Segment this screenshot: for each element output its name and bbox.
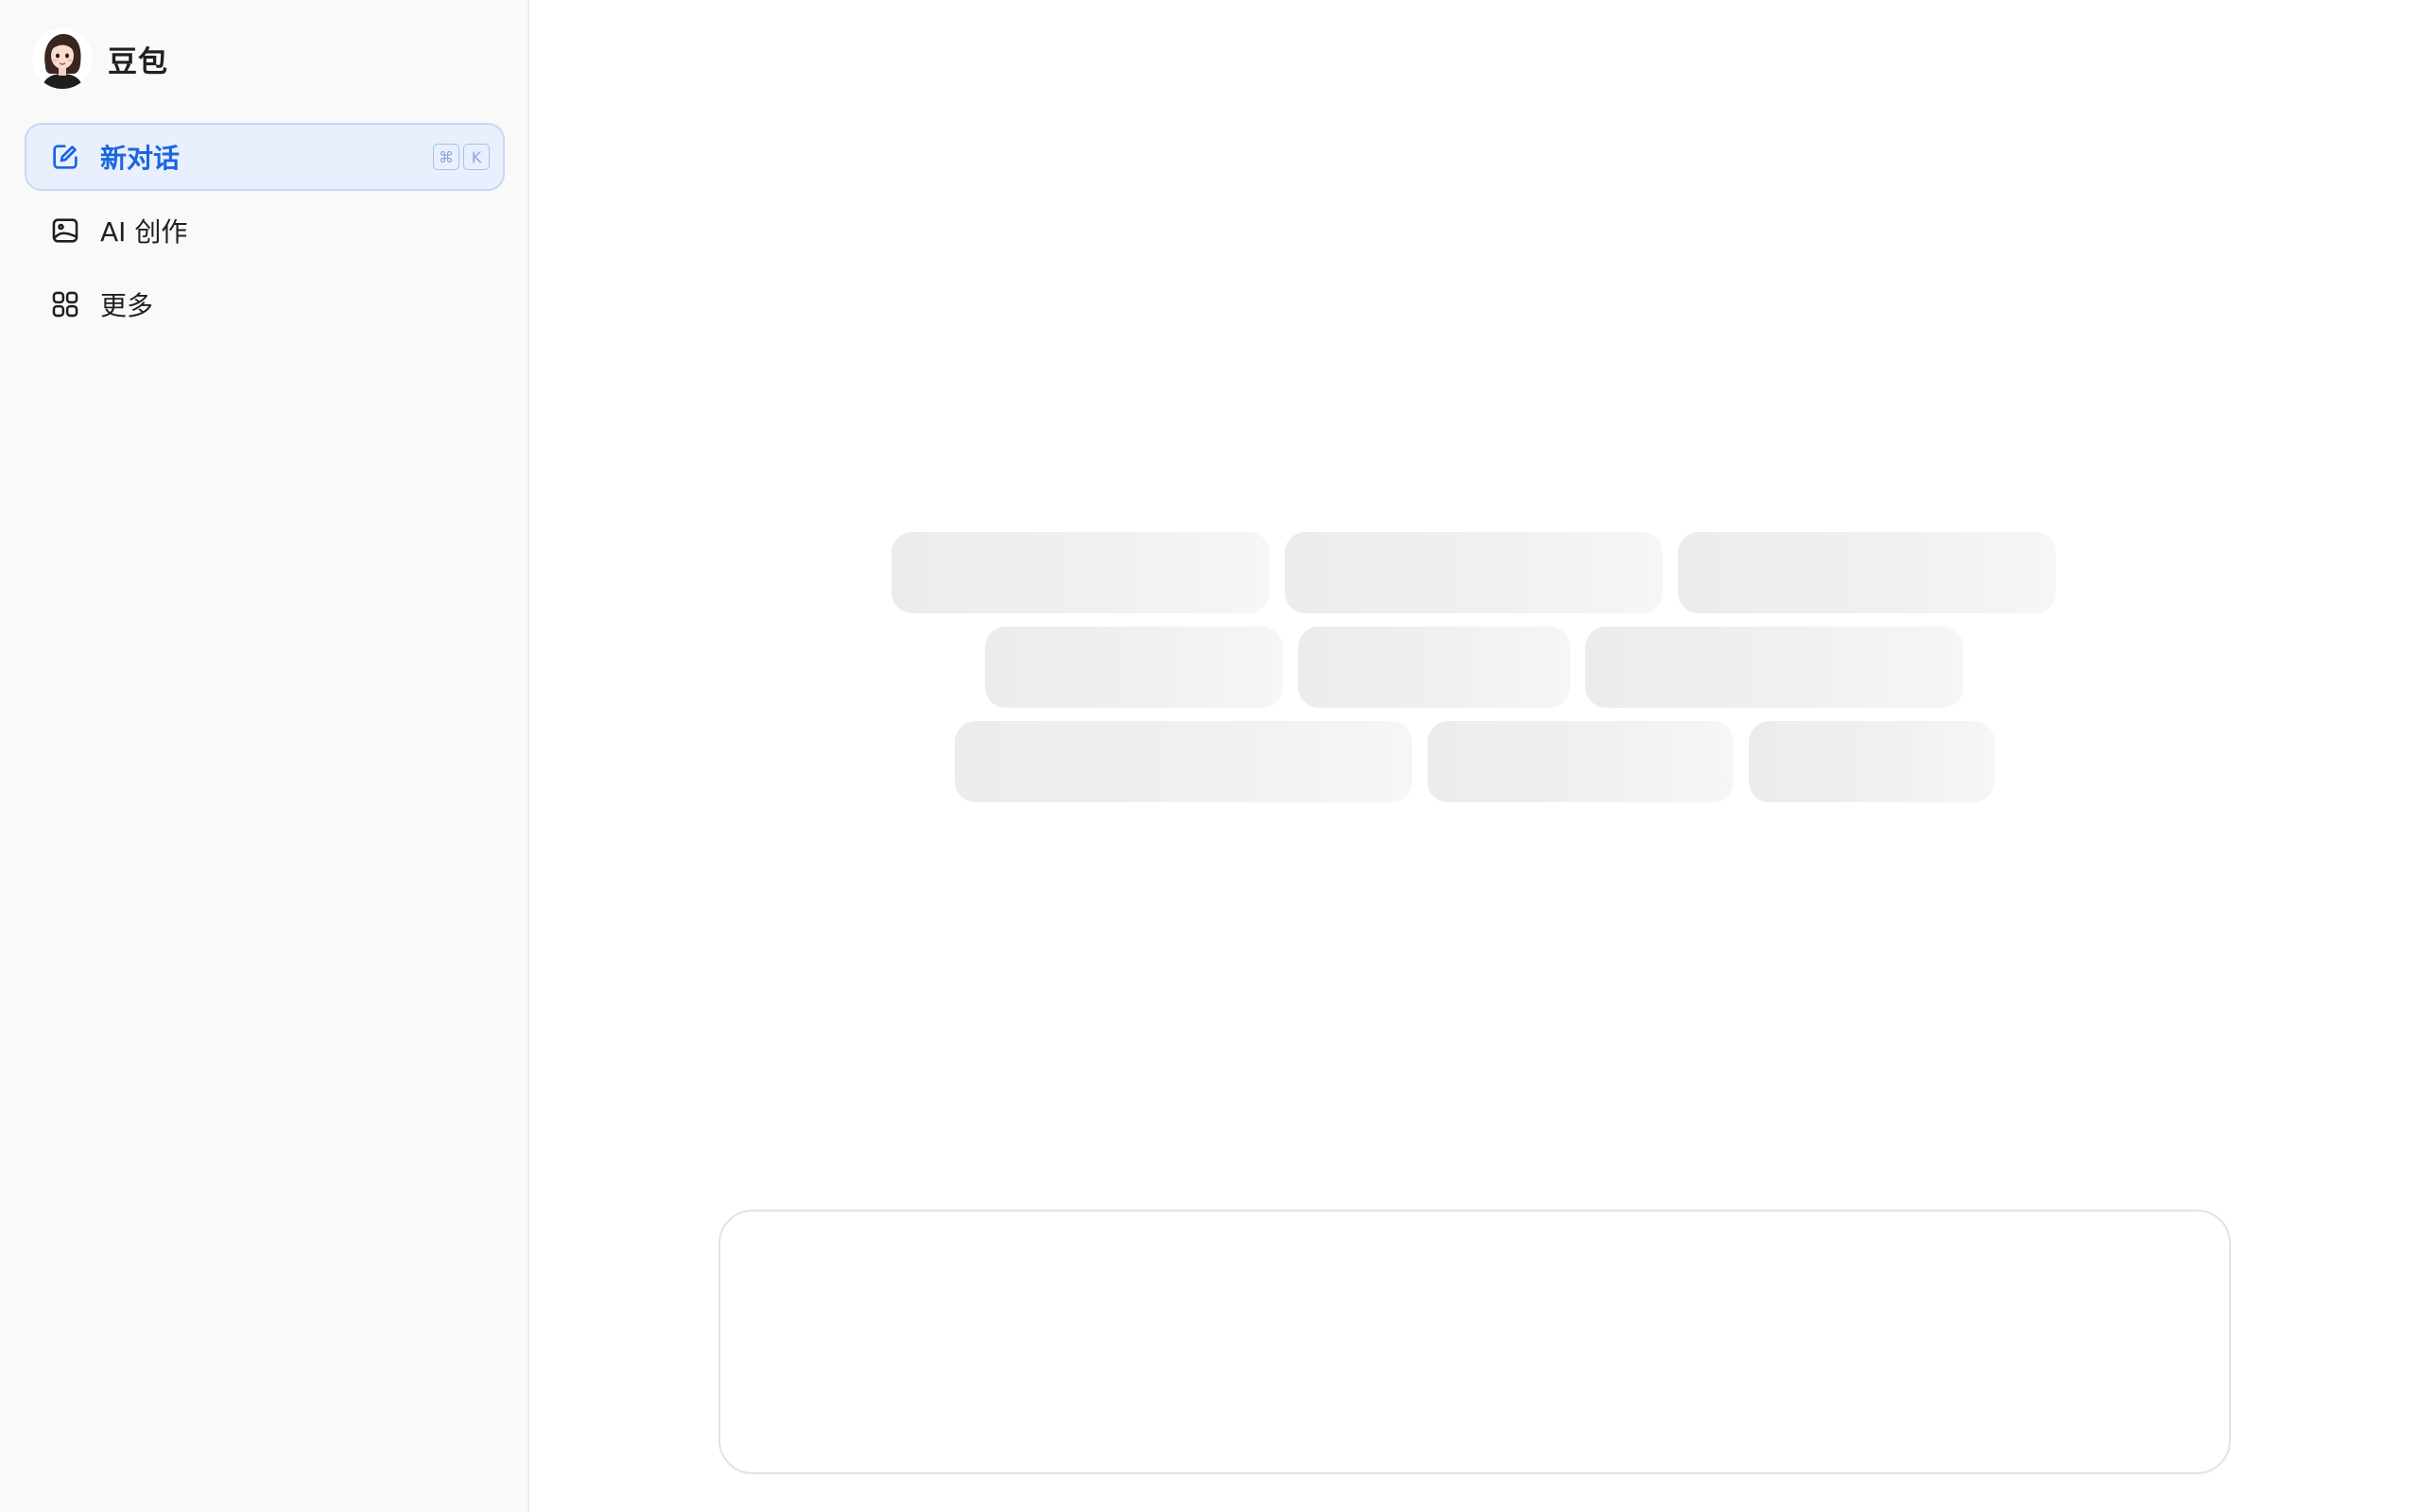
app-name: 豆包 xyxy=(108,44,168,79)
skeleton-chip xyxy=(891,532,1270,613)
edit-icon xyxy=(47,139,83,175)
image-icon xyxy=(47,213,83,249)
brand-header[interactable]: 豆包 xyxy=(32,25,168,93)
main-content xyxy=(529,0,2420,1512)
sidebar-item-label: 新对话 xyxy=(100,143,181,174)
sidebar-item-ai-create[interactable]: AI 创作 xyxy=(25,197,505,265)
skeleton-chip xyxy=(1678,532,2056,613)
skeleton-chip xyxy=(1427,721,1734,802)
keyboard-shortcut: ⌘ K xyxy=(433,144,490,170)
skeleton-chip xyxy=(1298,627,1570,708)
skeleton-chip xyxy=(1749,721,1995,802)
skeleton-chip xyxy=(1285,532,1663,613)
k-key: K xyxy=(463,144,490,170)
command-key-icon: ⌘ xyxy=(433,144,459,170)
chat-input-box[interactable] xyxy=(718,1210,2231,1474)
skeleton-chip xyxy=(955,721,1412,802)
sidebar-nav: 新对话 ⌘ K AI 创作 更多 xyxy=(25,123,505,344)
skeleton-chip xyxy=(1585,627,1963,708)
sidebar-item-label: AI 创作 xyxy=(100,216,188,248)
avatar xyxy=(32,28,93,89)
sidebar-item-more[interactable]: 更多 xyxy=(25,270,505,338)
app-window: 豆包 新对话 ⌘ K AI 创作 更多 xyxy=(0,0,2420,1512)
sidebar-item-label: 更多 xyxy=(100,290,154,321)
sidebar-item-new-chat[interactable]: 新对话 ⌘ K xyxy=(25,123,505,191)
skeleton-chip xyxy=(985,627,1283,708)
grid-icon xyxy=(47,286,83,322)
sidebar: 豆包 新对话 ⌘ K AI 创作 更多 xyxy=(0,0,529,1512)
